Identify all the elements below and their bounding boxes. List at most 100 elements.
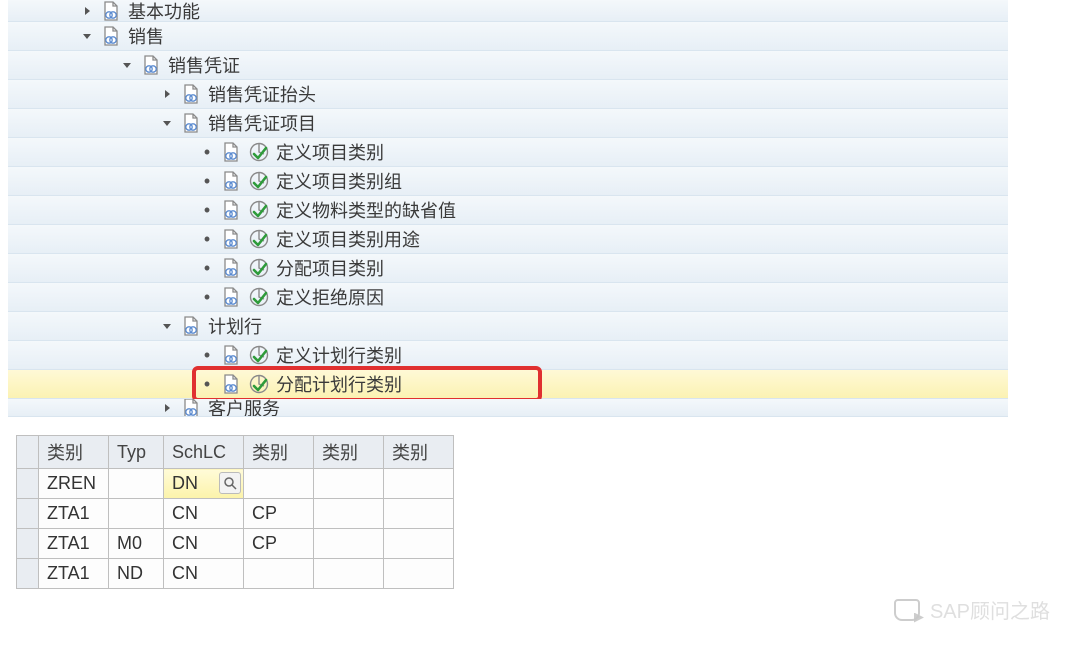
table-cell[interactable]: [384, 559, 454, 589]
table-cell[interactable]: [314, 559, 384, 589]
expand-icon[interactable]: [78, 2, 96, 20]
table-cell[interactable]: [384, 499, 454, 529]
tree-node-label[interactable]: 销售凭证抬头: [208, 81, 316, 107]
table-cell[interactable]: CN: [164, 499, 244, 529]
table-cell[interactable]: [244, 559, 314, 589]
tree-node-label[interactable]: 基本功能: [128, 0, 200, 24]
img-doc-icon[interactable]: [220, 170, 242, 192]
img-doc-icon[interactable]: [140, 54, 162, 76]
tree-row[interactable]: 计划行: [8, 312, 1008, 341]
table-cell[interactable]: [384, 529, 454, 559]
table-cell[interactable]: [314, 469, 384, 499]
column-header[interactable]: 类别: [314, 436, 384, 469]
expand-icon[interactable]: [158, 399, 176, 417]
tree-row[interactable]: 客户服务: [8, 399, 1008, 417]
tree-node-label[interactable]: 定义计划行类别: [276, 342, 402, 368]
img-doc-icon[interactable]: [100, 0, 122, 22]
tree-node-label[interactable]: 定义项目类别: [276, 139, 384, 165]
tree-row[interactable]: •定义计划行类别: [8, 341, 1008, 370]
tree-node-label[interactable]: 分配计划行类别: [276, 371, 402, 397]
tree-node-label[interactable]: 计划行: [208, 313, 262, 339]
img-doc-icon[interactable]: [220, 286, 242, 308]
row-handle[interactable]: [17, 529, 39, 559]
table-cell[interactable]: DN: [164, 469, 244, 499]
img-activity-icon[interactable]: [248, 141, 270, 163]
table-cell[interactable]: CP: [244, 499, 314, 529]
table-cell[interactable]: ZREN: [39, 469, 109, 499]
tree-row[interactable]: 销售: [8, 22, 1008, 51]
value-help-button[interactable]: [219, 472, 241, 494]
tree-row[interactable]: •分配项目类别: [8, 254, 1008, 283]
tree-row[interactable]: 基本功能: [8, 0, 1008, 22]
tree-node-label[interactable]: 定义项目类别组: [276, 168, 402, 194]
column-header[interactable]: 类别: [244, 436, 314, 469]
indent: [8, 355, 198, 356]
img-activity-icon[interactable]: [248, 170, 270, 192]
table-cell[interactable]: CP: [244, 529, 314, 559]
tree-row[interactable]: 销售凭证项目: [8, 109, 1008, 138]
tree-row[interactable]: •定义物料类型的缺省值: [8, 196, 1008, 225]
table-row: ZTA1 CNCP: [17, 499, 454, 529]
indent: [8, 297, 198, 298]
img-doc-icon[interactable]: [220, 199, 242, 221]
img-activity-icon[interactable]: [248, 344, 270, 366]
tree-row[interactable]: 销售凭证: [8, 51, 1008, 80]
img-doc-icon[interactable]: [220, 344, 242, 366]
cell-edit-value[interactable]: DN: [172, 473, 198, 493]
tree-row[interactable]: •定义项目类别: [8, 138, 1008, 167]
tree-node-label[interactable]: 定义拒绝原因: [276, 284, 384, 310]
row-handle[interactable]: [17, 499, 39, 529]
img-doc-icon[interactable]: [220, 373, 242, 395]
table-cell[interactable]: [109, 499, 164, 529]
tree-node-label[interactable]: 客户服务: [208, 399, 280, 417]
tree-node-label[interactable]: 销售凭证项目: [208, 110, 316, 136]
table-cell[interactable]: M0: [109, 529, 164, 559]
img-doc-icon[interactable]: [180, 399, 202, 417]
tree-node-label[interactable]: 分配项目类别: [276, 255, 384, 281]
img-doc-icon[interactable]: [100, 25, 122, 47]
table-cell[interactable]: [384, 469, 454, 499]
tree-node-label[interactable]: 定义物料类型的缺省值: [276, 197, 456, 223]
img-doc-icon[interactable]: [220, 228, 242, 250]
table-cell[interactable]: [109, 469, 164, 499]
tree-row[interactable]: •分配计划行类别: [8, 370, 1008, 399]
column-header[interactable]: Typ: [109, 436, 164, 469]
table-cell[interactable]: [244, 469, 314, 499]
column-header[interactable]: SchLC: [164, 436, 244, 469]
tree-row[interactable]: •定义项目类别组: [8, 167, 1008, 196]
tree-node-label[interactable]: 定义项目类别用途: [276, 226, 420, 252]
collapse-icon[interactable]: [78, 27, 96, 45]
collapse-icon[interactable]: [118, 56, 136, 74]
table-cell[interactable]: ZTA1: [39, 499, 109, 529]
img-doc-icon[interactable]: [220, 141, 242, 163]
tree-node-label[interactable]: 销售凭证: [168, 52, 240, 78]
expand-icon[interactable]: [158, 85, 176, 103]
table-cell[interactable]: CN: [164, 559, 244, 589]
collapse-icon[interactable]: [158, 317, 176, 335]
img-doc-icon[interactable]: [180, 83, 202, 105]
img-doc-icon[interactable]: [180, 315, 202, 337]
img-activity-icon[interactable]: [248, 228, 270, 250]
table-cell[interactable]: [314, 499, 384, 529]
collapse-icon[interactable]: [158, 114, 176, 132]
table-cell[interactable]: CN: [164, 529, 244, 559]
table-cell[interactable]: ND: [109, 559, 164, 589]
table-cell[interactable]: ZTA1: [39, 559, 109, 589]
indent: [8, 268, 198, 269]
img-activity-icon[interactable]: [248, 257, 270, 279]
tree-row[interactable]: •定义拒绝原因: [8, 283, 1008, 312]
tree-row[interactable]: •定义项目类别用途: [8, 225, 1008, 254]
row-handle[interactable]: [17, 559, 39, 589]
img-activity-icon[interactable]: [248, 373, 270, 395]
column-header[interactable]: 类别: [39, 436, 109, 469]
img-doc-icon[interactable]: [220, 257, 242, 279]
tree-node-label[interactable]: 销售: [128, 23, 164, 49]
row-handle[interactable]: [17, 469, 39, 499]
table-cell[interactable]: ZTA1: [39, 529, 109, 559]
table-cell[interactable]: [314, 529, 384, 559]
column-header[interactable]: 类别: [384, 436, 454, 469]
img-activity-icon[interactable]: [248, 286, 270, 308]
img-doc-icon[interactable]: [180, 112, 202, 134]
img-activity-icon[interactable]: [248, 199, 270, 221]
tree-row[interactable]: 销售凭证抬头: [8, 80, 1008, 109]
